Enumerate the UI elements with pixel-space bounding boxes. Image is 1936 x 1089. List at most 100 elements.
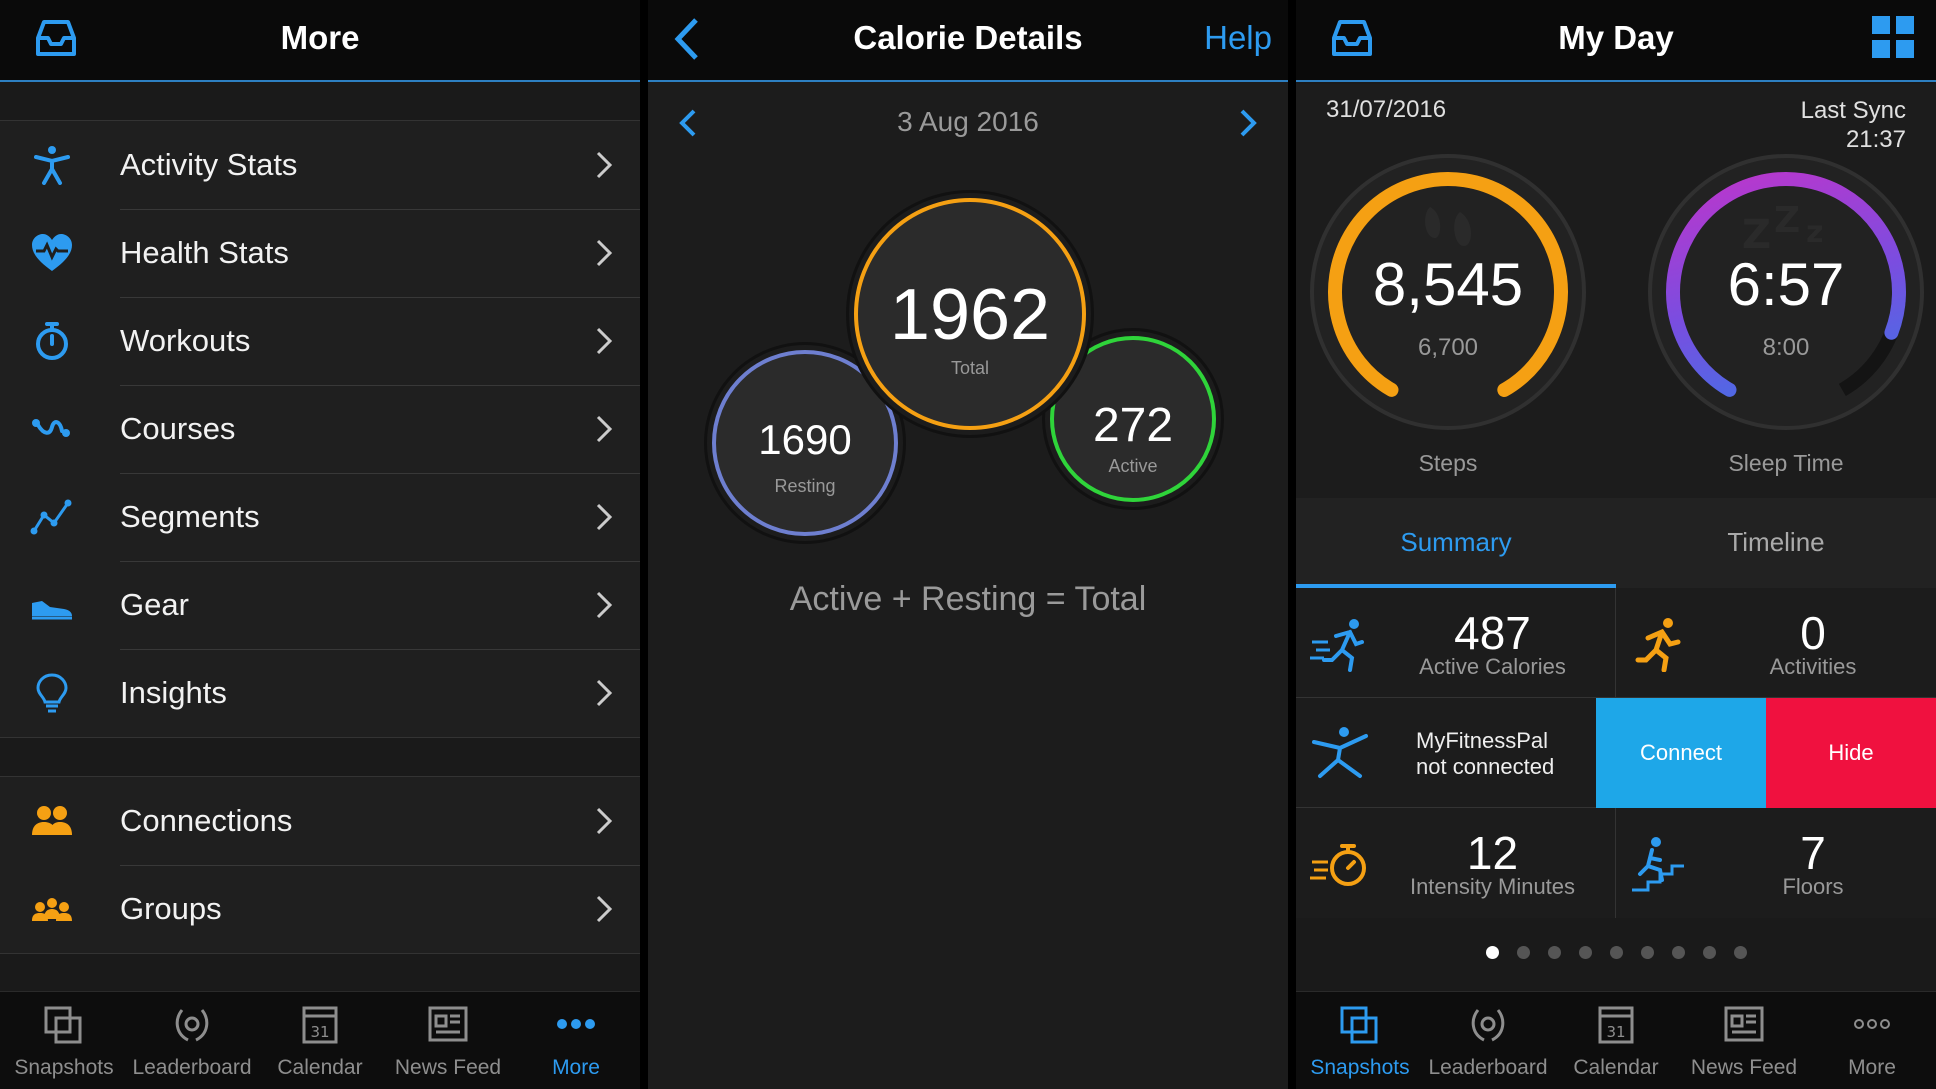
- shoe-icon: [32, 601, 72, 620]
- tab-label: Calendar: [1573, 1056, 1659, 1079]
- tab-calendar[interactable]: 31 Calendar: [256, 992, 384, 1089]
- page-dot[interactable]: [1671, 946, 1685, 959]
- tab-news-feed[interactable]: News Feed: [1680, 992, 1808, 1089]
- page-dot[interactable]: [1516, 946, 1530, 959]
- menu-item-insights[interactable]: Insights: [0, 649, 640, 737]
- svg-text:31: 31: [1606, 1023, 1625, 1041]
- tab-leaderboard[interactable]: Leaderboard: [128, 992, 256, 1089]
- connect-button[interactable]: Connect: [1596, 698, 1766, 808]
- menu-item-label: Workouts: [120, 323, 251, 358]
- menu-item-segments[interactable]: Segments: [0, 473, 640, 561]
- page-dot[interactable]: [1485, 946, 1499, 959]
- chevron-right-icon: [596, 591, 613, 619]
- page-title: My Day: [1558, 19, 1674, 56]
- tab-label: Leaderboard: [132, 1056, 252, 1079]
- activities-label: Activities: [1769, 654, 1857, 679]
- people-icon: [32, 806, 72, 835]
- hide-button[interactable]: Hide: [1766, 698, 1936, 808]
- menu-item-label: Connections: [120, 803, 293, 838]
- lightbulb-icon: [36, 673, 68, 713]
- navbar: My Day: [1296, 0, 1936, 82]
- my-day-screen: My Day 31/07/2016 Last Sync 21:37 8,545 …: [1296, 0, 1936, 1089]
- sleep-ring[interactable]: Z Z z 6:57 8:00: [1646, 152, 1926, 432]
- tab-label: News Feed: [394, 1056, 502, 1079]
- menu-group-primary: Activity Stats Health Stats Workouts Cou…: [0, 120, 640, 738]
- svg-text:31: 31: [310, 1023, 329, 1041]
- tab-label: News Feed: [1690, 1056, 1798, 1079]
- news-feed-icon: [428, 1006, 468, 1042]
- tab-snapshots[interactable]: Snapshots: [0, 992, 128, 1089]
- menu-group-social: Connections Groups: [0, 776, 640, 954]
- intensity-minutes-tile[interactable]: 12 Intensity Minutes: [1296, 808, 1616, 918]
- menu-item-courses[interactable]: Courses: [0, 385, 640, 473]
- page-indicator[interactable]: [1296, 946, 1936, 960]
- myfitnesspal-state: not connected: [1416, 754, 1555, 779]
- menu-item-workouts[interactable]: Workouts: [0, 297, 640, 385]
- steps-label: Steps: [1418, 450, 1478, 476]
- page-dot[interactable]: [1702, 946, 1716, 959]
- tab-bar: Snapshots Leaderboard 31 Calendar News F…: [0, 991, 640, 1089]
- calendar-icon: 31: [302, 1006, 338, 1044]
- help-button[interactable]: Help: [1204, 0, 1272, 80]
- next-day-icon[interactable]: [1238, 108, 1258, 138]
- group-icon: [32, 898, 72, 921]
- news-feed-icon: [1724, 1006, 1764, 1042]
- tab-more[interactable]: More: [512, 992, 640, 1089]
- page-dot[interactable]: [1547, 946, 1561, 959]
- menu-item-label: Insights: [120, 675, 227, 710]
- total-calories-value: 1962: [889, 275, 1051, 355]
- tab-summary[interactable]: Summary: [1296, 498, 1616, 588]
- last-sync: Last Sync 21:37: [1801, 96, 1906, 154]
- date-navigator: 3 Aug 2016: [648, 84, 1288, 160]
- activities-tile[interactable]: 0 Activities: [1616, 588, 1936, 698]
- grid-icon[interactable]: [1872, 16, 1914, 58]
- tab-snapshots[interactable]: Snapshots: [1296, 992, 1424, 1089]
- floors-tile[interactable]: 7 Floors: [1616, 808, 1936, 918]
- active-calories-tile[interactable]: 487 Active Calories: [1296, 588, 1616, 698]
- page-dot[interactable]: [1578, 946, 1592, 959]
- chevron-right-icon: [596, 239, 613, 267]
- chevron-right-icon: [596, 503, 613, 531]
- menu-item-health-stats[interactable]: Health Stats: [0, 209, 640, 297]
- runner-icon: [1635, 618, 1681, 672]
- page-title: More: [280, 19, 360, 56]
- chevron-right-icon: [596, 415, 613, 443]
- total-calories-label: Total: [950, 358, 990, 378]
- chevron-right-icon: [596, 327, 613, 355]
- menu-item-gear[interactable]: Gear: [0, 561, 640, 649]
- snapshots-icon: [1340, 1006, 1378, 1044]
- menu-item-label: Courses: [120, 411, 236, 446]
- sleep-value: 6:57: [1727, 251, 1845, 318]
- tab-news-feed[interactable]: News Feed: [384, 992, 512, 1089]
- stairs-climber-icon: [1632, 837, 1684, 892]
- tab-more[interactable]: More: [1808, 992, 1936, 1089]
- tab-calendar[interactable]: 31 Calendar: [1552, 992, 1680, 1089]
- tab-timeline[interactable]: Timeline: [1616, 498, 1936, 588]
- last-sync-label: Last Sync: [1800, 97, 1906, 124]
- menu-item-label: Activity Stats: [120, 147, 298, 182]
- calorie-formula: Active + Resting = Total: [789, 580, 1147, 618]
- laurel-icon: [1471, 1009, 1505, 1042]
- menu-item-connections[interactable]: Connections: [0, 777, 640, 865]
- menu-item-groups[interactable]: Groups: [0, 865, 640, 953]
- chevron-right-icon: [596, 895, 613, 923]
- stopwatch-fast-icon: [1310, 844, 1366, 886]
- menu-item-activity-stats[interactable]: Activity Stats: [0, 121, 640, 209]
- page-dot[interactable]: [1609, 946, 1623, 959]
- tab-label: Snapshots: [1310, 1056, 1410, 1079]
- tab-leaderboard[interactable]: Leaderboard: [1424, 992, 1552, 1089]
- myfitnesspal-status: MyFitnessPal not connected: [1416, 728, 1554, 780]
- heart-icon: [32, 234, 72, 271]
- steps-ring[interactable]: 8,545 6,700: [1308, 152, 1588, 432]
- snapshots-icon: [44, 1006, 82, 1044]
- date-label: 3 Aug 2016: [897, 106, 1039, 137]
- stopwatch-icon: [36, 322, 68, 360]
- floors-label: Floors: [1782, 874, 1844, 899]
- page-dot[interactable]: [1733, 946, 1747, 959]
- page-dot[interactable]: [1640, 946, 1654, 959]
- summary-date: 31/07/2016: [1326, 96, 1447, 123]
- view-tabs: Summary Timeline: [1296, 498, 1936, 588]
- more-dots-icon: [557, 1019, 595, 1029]
- steps-goal: 6,700: [1417, 334, 1479, 361]
- more-screen: More Activity Stats Health Stats Workout: [0, 0, 640, 1089]
